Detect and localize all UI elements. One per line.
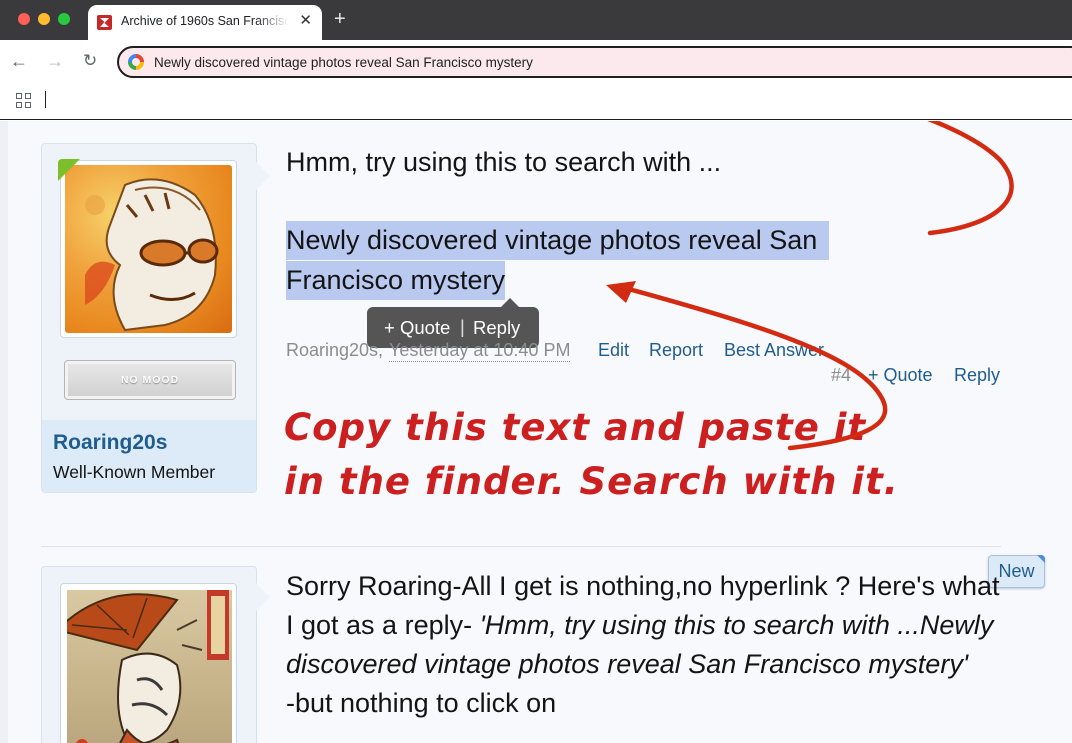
google-icon xyxy=(128,54,144,70)
page-viewport: NO MOOD Roaring20s Well-Known Member Hmm… xyxy=(0,121,1072,743)
apps-grid-icon[interactable] xyxy=(16,93,31,108)
minimize-window-button[interactable] xyxy=(38,13,50,25)
annotation-arrows xyxy=(606,121,1014,451)
browser-toolbar: ← → ↻ Newly discovered vintage photos re… xyxy=(0,40,1072,85)
address-bar[interactable]: Newly discovered vintage photos reveal S… xyxy=(117,46,1072,78)
new-tab-button[interactable]: + xyxy=(334,9,346,29)
tab-title: Archive of 1960s San Francisco xyxy=(121,14,289,28)
site-favicon-icon xyxy=(97,15,112,30)
address-bar-text[interactable]: Newly discovered vintage photos reveal S… xyxy=(154,55,533,70)
bookmarks-bar xyxy=(0,85,1072,120)
close-icon[interactable]: ✕ xyxy=(299,13,312,29)
forward-arrow-icon[interactable]: → xyxy=(46,51,64,71)
back-arrow-icon[interactable]: ← xyxy=(10,51,28,71)
maximize-window-button[interactable] xyxy=(58,13,70,25)
tab-bar: Archive of 1960s San Francisco ✕ + xyxy=(0,0,1072,40)
text-cursor xyxy=(45,91,46,108)
reload-icon[interactable]: ↻ xyxy=(83,51,97,71)
thread-content: NO MOOD Roaring20s Well-Known Member Hmm… xyxy=(8,121,1072,743)
browser-tab[interactable]: Archive of 1960s San Francisco ✕ xyxy=(88,5,322,40)
close-window-button[interactable] xyxy=(18,13,30,25)
post-text: -but nothing to click on xyxy=(286,688,557,718)
